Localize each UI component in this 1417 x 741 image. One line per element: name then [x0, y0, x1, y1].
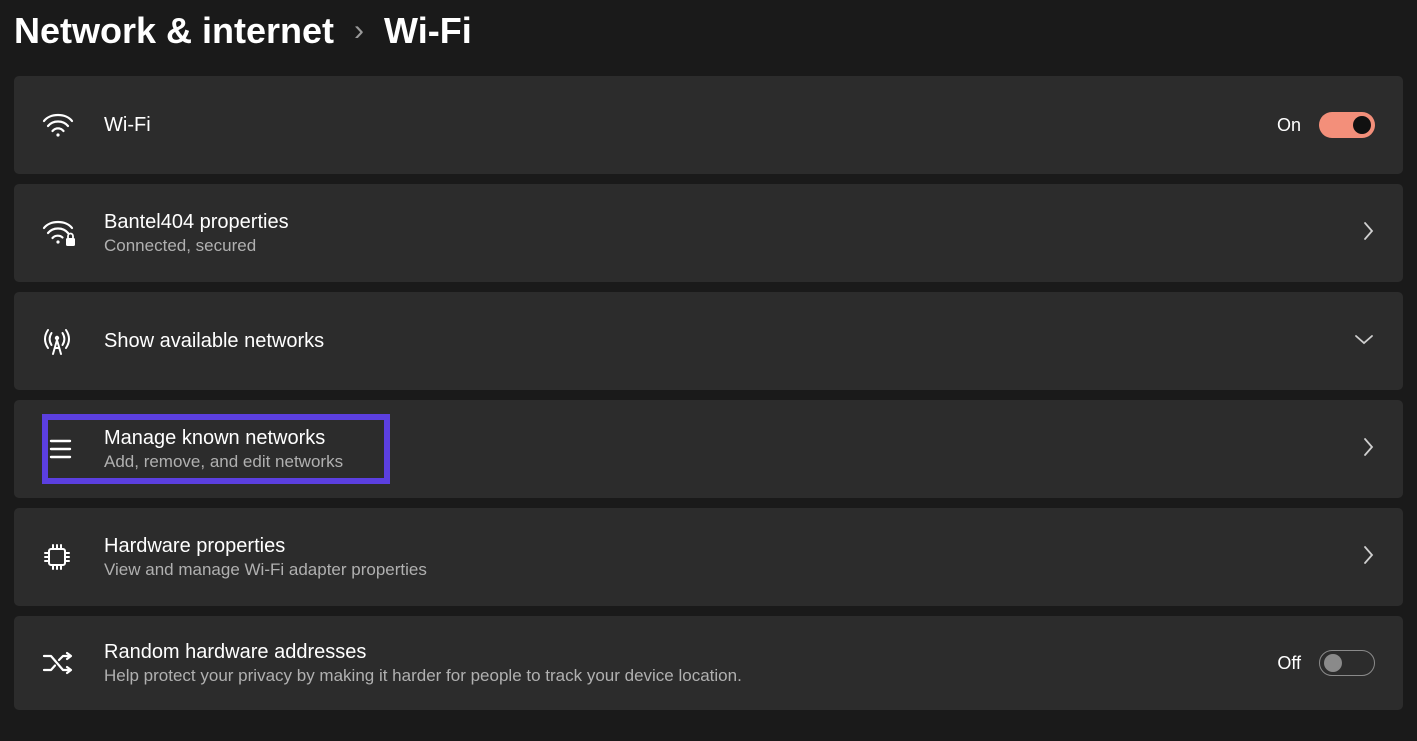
random-hardware-title: Random hardware addresses	[104, 641, 1277, 664]
network-properties-subtitle: Connected, secured	[104, 236, 1361, 256]
hardware-properties-title: Hardware properties	[104, 535, 1361, 558]
chevron-right-icon	[1361, 544, 1375, 571]
chevron-right-icon	[1361, 220, 1375, 247]
wifi-toggle[interactable]	[1319, 112, 1375, 138]
wifi-state-label: On	[1277, 115, 1301, 136]
wifi-title: Wi-Fi	[104, 114, 1277, 137]
chevron-down-icon	[1353, 332, 1375, 351]
manage-known-networks-title: Manage known networks	[104, 427, 1361, 450]
breadcrumb-current: Wi-Fi	[384, 10, 472, 52]
wifi-secured-icon	[42, 219, 104, 247]
wifi-icon	[42, 112, 104, 138]
list-icon	[42, 438, 104, 460]
breadcrumb-parent[interactable]: Network & internet	[14, 10, 334, 52]
chip-icon	[42, 542, 104, 572]
hardware-properties-subtitle: View and manage Wi-Fi adapter properties	[104, 560, 1361, 580]
network-properties-title: Bantel404 properties	[104, 211, 1361, 234]
manage-known-networks-row[interactable]: Manage known networks Add, remove, and e…	[14, 400, 1403, 498]
random-hardware-toggle[interactable]	[1319, 650, 1375, 676]
available-networks-title: Show available networks	[104, 330, 1353, 353]
hardware-properties-row[interactable]: Hardware properties View and manage Wi-F…	[14, 508, 1403, 606]
shuffle-icon	[42, 651, 104, 675]
chevron-right-icon: ›	[354, 14, 364, 48]
available-networks-row[interactable]: Show available networks	[14, 292, 1403, 390]
chevron-right-icon	[1361, 436, 1375, 463]
random-hardware-subtitle: Help protect your privacy by making it h…	[104, 666, 1277, 686]
manage-known-networks-subtitle: Add, remove, and edit networks	[104, 452, 1361, 472]
network-properties-row[interactable]: Bantel404 properties Connected, secured	[14, 184, 1403, 282]
random-hardware-state-label: Off	[1277, 653, 1301, 674]
random-hardware-row[interactable]: Random hardware addresses Help protect y…	[14, 616, 1403, 710]
breadcrumb: Network & internet › Wi-Fi	[0, 0, 1417, 76]
wifi-toggle-row[interactable]: Wi-Fi On	[14, 76, 1403, 174]
antenna-icon	[42, 326, 104, 356]
